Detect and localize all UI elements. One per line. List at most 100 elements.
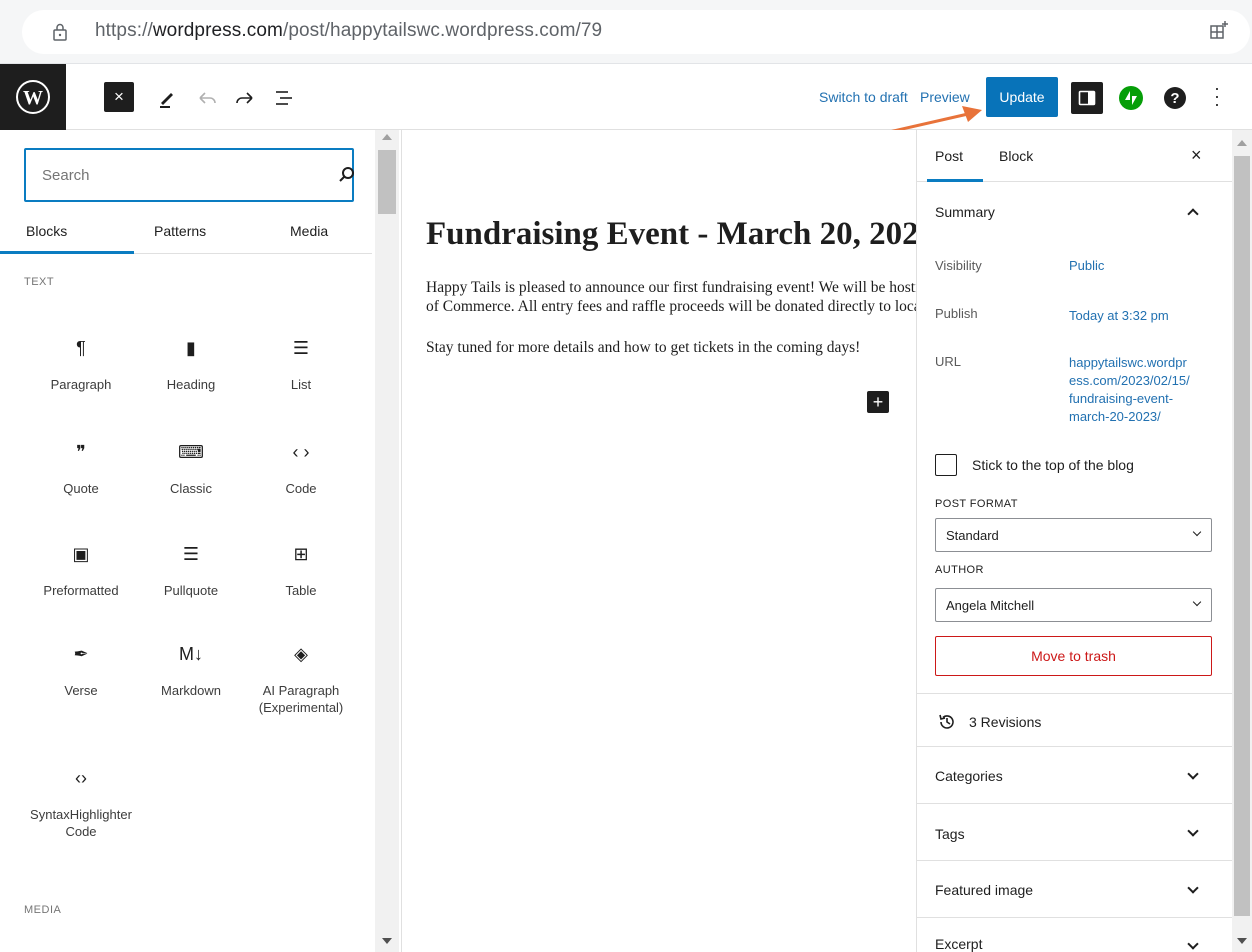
block-item[interactable]: ☰ List	[246, 334, 356, 393]
lock-icon	[53, 23, 67, 41]
close-inserter-button[interactable]: ×	[104, 82, 134, 112]
editor-toolbar: W × Switch to draft Preview Update ? · · ·	[0, 64, 1252, 130]
url-value[interactable]: happytailswc.wordpr ess.com/2023/02/15/ …	[1069, 354, 1190, 426]
svg-text:W: W	[23, 87, 43, 109]
browser-address-bar: https://wordpress.com/post/happytailswc.…	[0, 0, 1252, 64]
chevron-up-icon[interactable]	[1187, 208, 1199, 220]
sticky-checkbox[interactable]	[935, 454, 957, 476]
block-label: SyntaxHighlighter Code	[30, 807, 132, 839]
scroll-down-arrow-icon[interactable]	[1237, 938, 1247, 944]
chevron-down-icon	[1192, 597, 1202, 607]
url-prefix: https://	[95, 20, 153, 41]
sidebar-scroll-thumb[interactable]	[1234, 156, 1250, 916]
divider	[917, 693, 1232, 694]
tab-block[interactable]: Block	[999, 148, 1033, 164]
tab-post[interactable]: Post	[935, 148, 963, 164]
block-search-input[interactable]: Search	[24, 148, 354, 202]
url-value-line: happytailswc.wordpr	[1069, 355, 1187, 370]
wordpress-logo-icon[interactable]: W	[0, 64, 66, 130]
block-item[interactable]: ⌨ Classic	[136, 438, 246, 497]
chevron-down-icon[interactable]	[1187, 882, 1199, 894]
block-item[interactable]: ‹› SyntaxHighlighter Code	[26, 764, 136, 840]
add-block-icon[interactable]: +	[867, 391, 889, 413]
document-overview-icon[interactable]	[274, 88, 296, 108]
search-icon	[339, 167, 354, 182]
scroll-down-arrow-icon[interactable]	[382, 938, 392, 944]
block-item[interactable]: ❞ Quote	[26, 438, 136, 497]
url-value-line: ess.com/2023/02/15/	[1069, 373, 1190, 388]
scroll-up-arrow-icon[interactable]	[1237, 140, 1247, 146]
category-media-heading: MEDIA	[24, 904, 62, 916]
block-item[interactable]: ‹ › Code	[246, 438, 356, 497]
post-paragraph-2[interactable]: Stay tuned for more details and how to g…	[426, 338, 860, 357]
inserter-scrollbar[interactable]	[375, 130, 399, 952]
block-item[interactable]: M↓ Markdown	[136, 640, 246, 699]
block-label: Preformatted	[43, 583, 119, 598]
scroll-up-arrow-icon[interactable]	[382, 134, 392, 140]
author-label: AUTHOR	[935, 564, 984, 576]
table-icon: ⊞	[293, 543, 309, 564]
block-label: Markdown	[161, 683, 221, 698]
block-item[interactable]: ◈ AI Paragraph (Experimental)	[246, 640, 356, 716]
history-icon	[939, 714, 954, 729]
chevron-down-icon[interactable]	[1187, 768, 1199, 780]
publish-value[interactable]: Today at 3:32 pm	[1069, 307, 1169, 325]
author-select[interactable]: Angela Mitchell	[935, 588, 1212, 622]
divider	[917, 746, 1232, 747]
inserter-tabs: Blocks Patterns Media	[0, 210, 372, 254]
block-label: Classic	[170, 481, 212, 496]
url-value-line: fundraising-event-	[1069, 391, 1174, 406]
jetpack-icon[interactable]	[1119, 86, 1143, 110]
sidebar-tabs: Post Block ×	[917, 130, 1232, 182]
inserter-scroll-thumb[interactable]	[378, 150, 396, 214]
block-label: Code	[285, 481, 317, 496]
heading-icon: ▮	[186, 337, 196, 358]
chevron-down-icon	[1192, 527, 1202, 537]
post-paragraph-line-1[interactable]: Happy Tails is pleased to announce our f…	[426, 278, 916, 297]
sticky-label[interactable]: Stick to the top of the blog	[972, 457, 1134, 473]
list-icon: ☰	[292, 337, 310, 358]
chevron-down-icon[interactable]	[1187, 938, 1199, 950]
block-item[interactable]: ☰ Pullquote	[136, 540, 246, 599]
post-format-select[interactable]: Standard	[935, 518, 1212, 552]
search-placeholder: Search	[42, 167, 90, 184]
syntaxhighlighter-icon: ‹›	[75, 767, 87, 788]
more-options-icon[interactable]: · · ·	[1214, 79, 1220, 113]
excerpt-heading[interactable]: Excerpt	[935, 936, 982, 952]
pullquote-icon: ☰	[182, 543, 200, 564]
tags-heading[interactable]: Tags	[935, 826, 965, 842]
preformatted-icon: ▣	[72, 543, 90, 564]
redo-icon[interactable]	[234, 88, 256, 108]
featured-image-heading[interactable]: Featured image	[935, 882, 1033, 898]
url-text[interactable]: https://wordpress.com/post/happytailswc.…	[95, 20, 602, 42]
block-item[interactable]: ✒ Verse	[26, 640, 136, 699]
close-settings-icon[interactable]: ×	[1191, 145, 1202, 166]
ai-paragraph-icon: ◈	[294, 643, 308, 664]
block-item[interactable]: ¶ Paragraph	[26, 334, 136, 393]
post-title[interactable]: Fundraising Event - March 20, 2023	[426, 216, 916, 253]
block-item[interactable]: ▣ Preformatted	[26, 540, 136, 599]
block-item[interactable]: ▮ Heading	[136, 334, 246, 393]
summary-heading[interactable]: Summary	[935, 204, 995, 220]
update-button[interactable]: Update	[986, 77, 1058, 117]
tools-pencil-icon[interactable]	[156, 86, 180, 110]
undo-icon[interactable]	[196, 88, 218, 108]
move-to-trash-button[interactable]: Move to trash	[935, 636, 1212, 676]
post-paragraph-line-2[interactable]: of Commerce. All entry fees and raffle p…	[426, 297, 916, 316]
extensions-icon[interactable]	[1209, 20, 1229, 40]
settings-toggle-button[interactable]	[1071, 82, 1103, 114]
revisions-button[interactable]: 3 Revisions	[937, 712, 1041, 732]
visibility-value[interactable]: Public	[1069, 257, 1104, 275]
paragraph-icon: ¶	[76, 337, 86, 358]
categories-heading[interactable]: Categories	[935, 768, 1003, 784]
divider	[917, 860, 1232, 861]
tab-media[interactable]: Media	[290, 223, 328, 239]
tab-patterns[interactable]: Patterns	[154, 223, 206, 239]
chevron-down-icon[interactable]	[1187, 825, 1199, 837]
visibility-label: Visibility	[935, 258, 982, 273]
help-icon[interactable]: ?	[1164, 87, 1186, 109]
block-label: Verse	[64, 683, 98, 698]
markdown-icon: M↓	[179, 643, 203, 664]
block-item[interactable]: ⊞ Table	[246, 540, 356, 599]
tab-blocks[interactable]: Blocks	[26, 223, 67, 239]
